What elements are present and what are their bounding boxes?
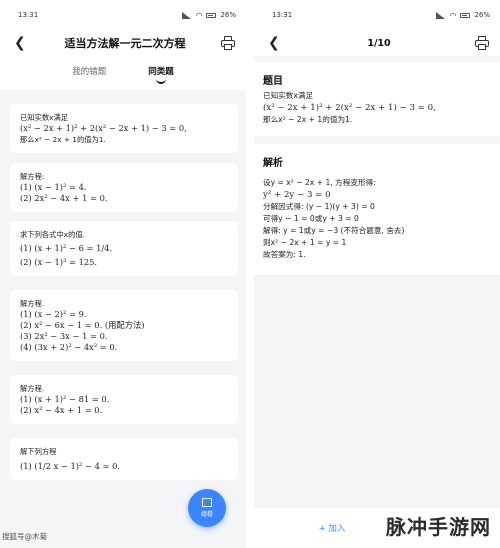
analysis-section: 解析 设y = x² − 2x + 1, 方程变形得: y² + 2y − 3 … — [254, 144, 500, 275]
question-card[interactable]: 求下列各式中x的值. (1) (x + 1)² − 6 = 1/4. (2) (… — [10, 221, 238, 276]
question-card[interactable]: 已知实数x满足 (x² − 2x + 1)² + 2(x² − 2x + 1) … — [10, 104, 238, 153]
battery-icon — [206, 12, 217, 18]
back-arrow-icon[interactable]: ❮ — [268, 35, 284, 51]
nav-bar: ❮ 1/10 — [254, 30, 500, 56]
tab-my-mistakes[interactable]: 我的错题 — [72, 65, 106, 83]
question-card[interactable]: 解方程. (1) (x + 1)² − 81 = 0. (2) x² − 4x … — [10, 375, 238, 424]
analysis-heading: 解析 — [263, 158, 283, 169]
battery-icon — [460, 12, 471, 18]
compose-paper-button[interactable]: 组卷 — [188, 489, 226, 527]
status-time: 13:31 — [272, 11, 293, 19]
site-watermark: 脉冲手游网 — [386, 515, 491, 539]
page-title: 适当方法解一元二次方程 — [64, 37, 186, 50]
battery-level: 26% — [474, 11, 490, 19]
printer-icon[interactable] — [474, 36, 490, 50]
signal-icon — [182, 11, 192, 19]
wifi-icon: ◠ — [195, 10, 203, 20]
question-card[interactable]: 解下列方程 (1) (1/2 x − 1)² − 4 = 0. — [10, 438, 238, 480]
tab-bar: 我的错题 同类题 — [0, 56, 246, 90]
question-card[interactable]: 解方程: (1) (x − 1)² = 4. (2) 2x² − 4x + 1 … — [10, 163, 238, 212]
left-phone-screen: 13:31 ◠ 26% ❮ 适当方法解一元二次方程 我的错题 同类题 已知实数x… — [0, 0, 246, 548]
question-card[interactable]: 解方程. (1) (x − 2)² = 9. (2) x² − 6x − 1 =… — [10, 290, 238, 361]
source-watermark: 搜狐号@木菊 — [2, 532, 47, 541]
nav-bar: ❮ 适当方法解一元二次方程 — [0, 30, 246, 56]
signal-icon — [436, 11, 446, 19]
add-to-paper-button[interactable]: + 加入 — [319, 522, 346, 534]
printer-icon[interactable] — [220, 36, 236, 50]
status-time: 13:31 — [18, 11, 39, 19]
question-heading: 题目 — [263, 76, 283, 87]
question-list: 已知实数x满足 (x² − 2x + 1)² + 2(x² − 2x + 1) … — [0, 98, 246, 548]
battery-level: 26% — [220, 11, 236, 19]
status-bar: 13:31 ◠ 26% — [0, 0, 246, 30]
tab-similar-questions[interactable]: 同类题 — [148, 65, 174, 84]
back-arrow-icon[interactable]: ❮ — [14, 35, 30, 51]
status-bar: 13:31 ◠ 26% — [254, 0, 500, 30]
document-icon — [202, 498, 212, 507]
right-phone-screen: 13:31 ◠ 26% ❮ 1/10 题目 已知实数x满足 (x² − 2x +… — [254, 0, 500, 548]
wifi-icon: ◠ — [449, 10, 457, 20]
question-section: 题目 已知实数x满足 (x² − 2x + 1)² + 2(x² − 2x + … — [254, 62, 500, 136]
page-indicator: 1/10 — [367, 37, 391, 49]
